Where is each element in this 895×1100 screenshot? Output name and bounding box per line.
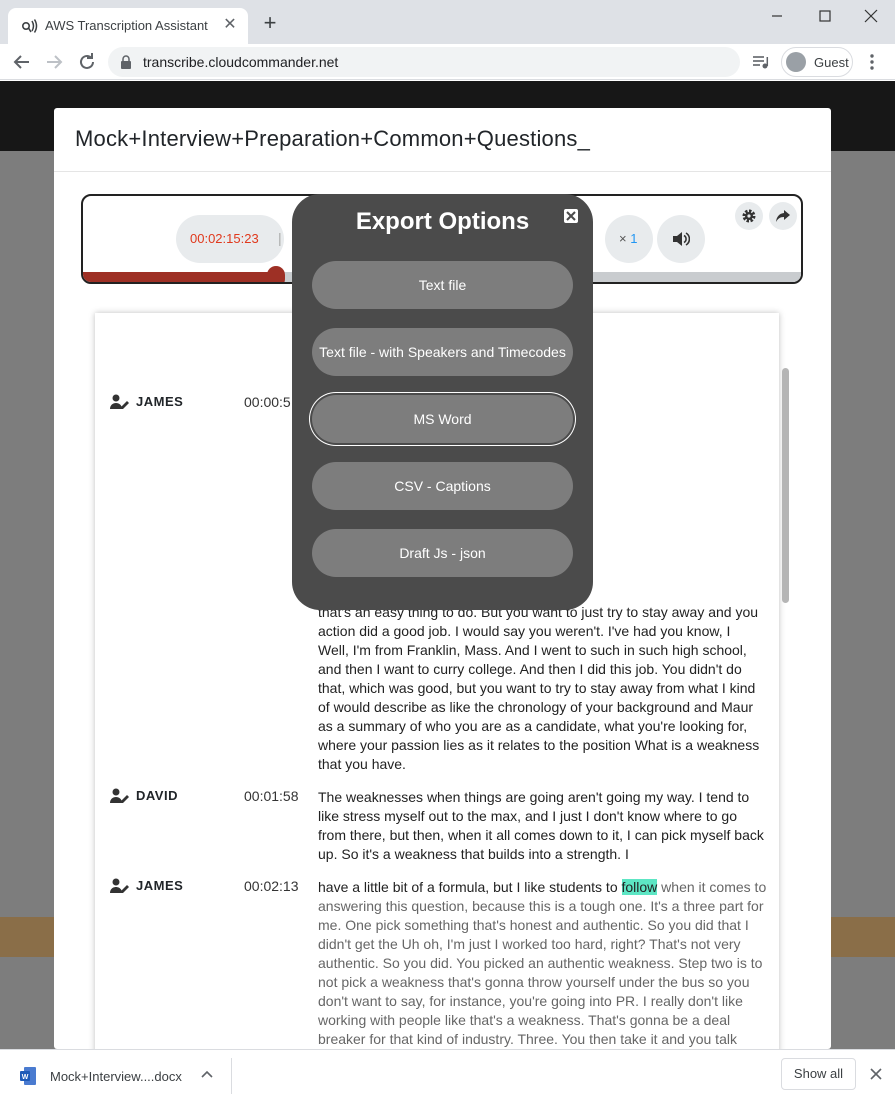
gear-icon — [742, 209, 756, 223]
export-csv-captions-button[interactable]: CSV - Captions — [312, 462, 573, 510]
divider — [231, 1058, 232, 1094]
export-text-speakers-timecodes-button[interactable]: Text file - with Speakers and Timecodes — [312, 328, 573, 376]
export-options-popup: Export Options Text file Text file - wit… — [292, 194, 593, 610]
progress-handle[interactable] — [267, 266, 285, 282]
podcast-icon — [21, 19, 38, 33]
row-timestamp[interactable]: 00:02:13 — [244, 878, 299, 894]
text-line: where your passion lies as it relates to… — [318, 737, 760, 753]
media-control-icon[interactable] — [751, 52, 771, 72]
tab-title: AWS Transcription Assistant — [45, 18, 208, 33]
playback-speed-button[interactable]: × 1 — [605, 215, 653, 263]
volume-icon — [673, 232, 690, 246]
browser-toolbar: transcribe.cloudcommander.net Guest — [0, 44, 895, 80]
transcript-scrollbar[interactable] — [779, 368, 791, 608]
close-shelf-icon[interactable] — [868, 1066, 884, 1082]
profile-button[interactable]: Guest — [781, 47, 853, 77]
export-text-file-button[interactable]: Text file — [312, 261, 573, 309]
kebab-menu-icon[interactable] — [864, 52, 880, 72]
text-line: action did a good job. I would say you w… — [318, 623, 731, 639]
text-line: and then I want to curry college. And th… — [318, 661, 742, 677]
scrollbar-thumb[interactable] — [782, 368, 789, 603]
close-window-icon[interactable] — [856, 6, 886, 26]
browser-tab[interactable]: AWS Transcription Assistant ✕ — [8, 8, 248, 44]
export-ms-word-button[interactable]: MS Word — [312, 395, 573, 443]
download-shelf: W Mock+Interview....docx Show all — [0, 1049, 895, 1100]
show-all-button[interactable]: Show all — [781, 1058, 856, 1090]
modal-title: Mock+Interview+Preparation+Common+Questi… — [75, 126, 591, 151]
svg-text:W: W — [22, 1074, 29, 1081]
played-text: have a little bit of a formula, but I li… — [318, 879, 622, 895]
current-word-highlight[interactable]: follow — [621, 879, 658, 895]
word-file-icon: W — [20, 1067, 36, 1085]
user-edit-icon[interactable] — [110, 878, 130, 894]
avatar — [786, 52, 806, 72]
text-line: as a summary of who you are as a candida… — [318, 718, 748, 734]
back-icon[interactable] — [10, 50, 34, 74]
text-line: that you have. — [318, 756, 406, 772]
maximize-icon[interactable] — [810, 6, 840, 26]
current-time-display[interactable]: 00:02:15:23 — [176, 215, 284, 263]
reload-icon[interactable] — [75, 50, 99, 74]
row-text[interactable]: The weaknesses when things are going are… — [318, 788, 768, 864]
forward-icon[interactable] — [42, 50, 66, 74]
user-edit-icon[interactable] — [110, 788, 130, 804]
share-icon — [776, 210, 790, 222]
unplayed-text: when it comes to answering this question… — [318, 879, 767, 1047]
speed-value: 1 — [630, 231, 638, 246]
user-edit-icon[interactable] — [110, 394, 130, 410]
export-title: Export Options — [355, 208, 530, 235]
volume-button[interactable] — [657, 215, 705, 263]
row-timestamp[interactable]: 00:01:58 — [244, 788, 299, 804]
download-file-name[interactable]: Mock+Interview....docx — [50, 1069, 182, 1084]
settings-button[interactable] — [735, 202, 763, 230]
profile-label: Guest — [814, 55, 849, 70]
row-text[interactable]: have a little bit of a formula, but I li… — [318, 878, 768, 1049]
modal-header: Mock+Interview+Preparation+Common+Questi… — [54, 108, 831, 172]
speed-label: × 1 — [619, 231, 637, 246]
address-bar[interactable]: transcribe.cloudcommander.net — [108, 47, 740, 77]
close-icon — [566, 211, 576, 221]
export-draftjs-json-button[interactable]: Draft Js - json — [312, 529, 573, 577]
chevron-up-icon[interactable] — [200, 1068, 214, 1082]
close-tab-icon[interactable]: ✕ — [220, 15, 240, 35]
speed-prefix: × — [619, 231, 631, 246]
lock-icon — [121, 55, 131, 69]
minimize-icon[interactable] — [762, 6, 792, 26]
text-line: that, which was good, but you want to tr… — [318, 680, 756, 696]
close-popup-button[interactable] — [564, 209, 578, 223]
speaker-name[interactable]: JAMES — [136, 878, 183, 893]
row-timestamp[interactable]: 00:00:5 — [244, 394, 291, 410]
progress-fill — [83, 272, 276, 282]
browser-titlebar: AWS Transcription Assistant ✕ + — [0, 0, 895, 44]
url-text: transcribe.cloudcommander.net — [143, 54, 339, 70]
time-separator: | — [278, 230, 282, 246]
speaker-name[interactable]: JAMES — [136, 394, 183, 409]
text-line: Well, I'm from Franklin, Mass. And I wen… — [318, 642, 747, 658]
text-line: of would describe as like the chronology… — [318, 699, 754, 715]
share-button[interactable] — [769, 202, 797, 230]
new-tab-icon[interactable]: + — [260, 12, 280, 34]
current-time: 00:02:15:23 — [190, 231, 259, 246]
speaker-name[interactable]: DAVID — [136, 788, 178, 803]
